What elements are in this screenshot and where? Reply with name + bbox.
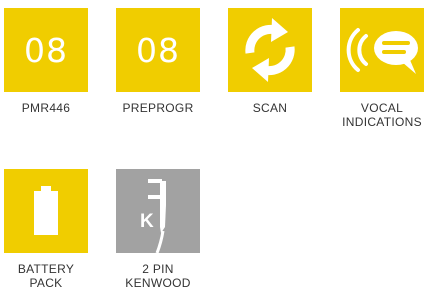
speech-bubble-sound-icon: [346, 28, 418, 74]
scan-label: SCAN: [252, 101, 288, 115]
preprogr-label: PREPROGR: [122, 101, 194, 115]
battery-icon: [34, 186, 58, 235]
pmr446-value: 08: [24, 30, 68, 70]
preprogr-badge: 08: [116, 8, 200, 92]
scan-badge: [228, 8, 312, 92]
kenwood-label-line2: KENWOOD: [125, 276, 191, 290]
kenwood-connector-badge: K: [116, 169, 200, 253]
vocal-indications-label-line2: INDICATIONS: [342, 115, 422, 129]
kenwood-k-letter: K: [140, 211, 154, 232]
feature-tile-battery-pack: BATTERY PACK: [0, 169, 92, 290]
kenwood-label-line1: 2 PIN: [142, 262, 174, 276]
vocal-indications-badge: [340, 8, 424, 92]
feature-tile-vocal-indications: VOCAL INDICATIONS: [336, 8, 428, 129]
kenwood-label: 2 PIN KENWOOD: [112, 262, 204, 290]
battery-pack-badge: [4, 169, 88, 253]
feature-tile-pmr446: 08 PMR446: [0, 8, 92, 115]
pmr446-label: PMR446: [21, 101, 71, 115]
feature-tile-preprogr: 08 PREPROGR: [112, 8, 204, 115]
scan-arrows-icon: [245, 18, 295, 82]
vocal-indications-label-line1: VOCAL: [360, 101, 404, 115]
feature-tile-2pin-kenwood: K 2 PIN KENWOOD: [112, 169, 204, 290]
plug-connector-icon: K: [140, 179, 166, 253]
pmr446-badge: 08: [4, 8, 88, 92]
vocal-indications-label: VOCAL INDICATIONS: [336, 101, 428, 129]
preprogr-value: 08: [136, 30, 180, 70]
battery-pack-label: BATTERY PACK: [17, 262, 75, 290]
feature-tile-scan: SCAN: [224, 8, 316, 115]
